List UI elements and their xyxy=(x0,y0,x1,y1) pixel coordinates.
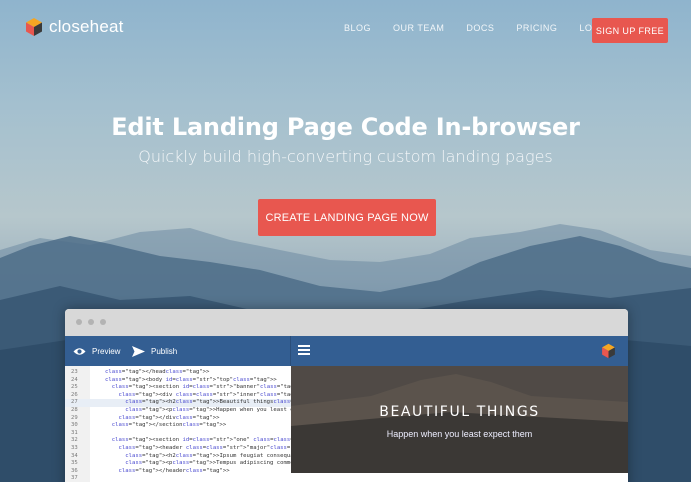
code-line[interactable]: 31 xyxy=(65,430,291,438)
code-line[interactable]: 28 class="tag"><pclass="tag">>Happen whe… xyxy=(65,407,291,415)
window-titlebar xyxy=(65,309,628,336)
nav-pricing[interactable]: PRICING xyxy=(516,23,557,33)
publish-label: Publish xyxy=(151,346,178,356)
line-number: 25 xyxy=(71,384,78,391)
line-number: 33 xyxy=(71,445,78,451)
code-text: class="tag"><body id=class="str">"top"cl… xyxy=(105,376,277,383)
preview-button[interactable]: Preview xyxy=(73,336,120,366)
code-line[interactable]: 32 class="tag"><section id=class="str">"… xyxy=(65,437,291,445)
code-text: class="tag"></divclass="tag">> xyxy=(118,414,220,421)
code-text: class="tag"><section id=class="str">"ban… xyxy=(111,384,291,391)
line-number: 27 xyxy=(71,399,78,406)
line-number: 29 xyxy=(71,414,78,421)
code-text: class="tag"><pclass="tag">>Happen when y… xyxy=(125,407,291,413)
window-dot-close xyxy=(76,319,82,325)
window-dot-maximize xyxy=(100,319,106,325)
preview-content-area xyxy=(291,473,628,482)
editor-toolbar: Preview Publish xyxy=(65,336,628,366)
code-text: class="tag"></headclass="tag">> xyxy=(105,369,210,375)
code-text: class="tag"><h2class="tag">>Beautiful th… xyxy=(125,399,291,406)
code-line[interactable]: 33 class="tag"><header class=class="str"… xyxy=(65,445,291,453)
line-number: 28 xyxy=(71,407,78,413)
code-text: class="tag"><pclass="tag">>Tempus adipis… xyxy=(125,460,291,467)
code-line[interactable]: 37 xyxy=(65,475,291,482)
line-number: 36 xyxy=(71,467,78,474)
code-line[interactable]: 36 class="tag"></headerclass="tag">> xyxy=(65,468,291,476)
publish-button[interactable]: Publish xyxy=(132,336,177,366)
code-line[interactable]: 35 class="tag"><pclass="tag">>Tempus adi… xyxy=(65,460,291,468)
app-window: Preview Publish 23 class="tag"></headclas… xyxy=(65,309,628,482)
nav-our-team[interactable]: OUR TEAM xyxy=(393,23,444,33)
eye-icon xyxy=(73,347,86,355)
code-text: class="tag"><div class=class="str">"inne… xyxy=(118,391,291,398)
line-number: 35 xyxy=(71,460,78,467)
toolbar-left: Preview Publish xyxy=(65,336,291,366)
code-line[interactable]: 25 class="tag"><section id=class="str">"… xyxy=(65,384,291,392)
line-number: 23 xyxy=(71,369,78,375)
hero-subtitle: Quickly build high-converting custom lan… xyxy=(138,147,553,166)
preview-label: Preview xyxy=(92,346,121,356)
cube-logo-icon xyxy=(602,343,615,359)
code-text: class="tag"><h2class="tag">>Ipsum feugia… xyxy=(125,452,291,459)
preview-subtitle: Happen when you least expect them xyxy=(386,429,533,439)
code-text: class="tag"></headerclass="tag">> xyxy=(118,467,230,474)
code-text: class="tag"><section id=class="str">"one… xyxy=(111,437,291,444)
code-line[interactable]: 23 class="tag"></headclass="tag">> xyxy=(65,369,291,377)
window-dot-minimize xyxy=(88,319,94,325)
code-line[interactable]: 26 class="tag"><div class=class="str">"i… xyxy=(65,392,291,400)
line-number: 30 xyxy=(71,422,78,429)
sign-up-button[interactable]: SIGN UP FREE xyxy=(592,18,668,43)
line-number: 32 xyxy=(71,437,78,444)
code-line[interactable]: 30 class="tag"></sectionclass="tag">> xyxy=(65,422,291,430)
nav-docs[interactable]: DOCS xyxy=(466,23,494,33)
code-line[interactable]: 29 class="tag"></divclass="tag">> xyxy=(65,415,291,423)
line-number: 34 xyxy=(71,452,78,459)
nav-blog[interactable]: BLOG xyxy=(344,23,371,33)
line-number: 24 xyxy=(71,376,78,383)
code-line[interactable]: 27 class="tag"><h2class="tag">>Beautiful… xyxy=(65,399,291,407)
hero-title: Edit Landing Page Code In-browser xyxy=(111,113,580,141)
create-landing-page-button[interactable]: CREATE LANDING PAGE NOW xyxy=(258,199,436,236)
line-number: 26 xyxy=(71,391,78,398)
brand-logo[interactable]: closeheat xyxy=(25,17,124,37)
code-line[interactable]: 24 class="tag"><body id=class="str">"top"… xyxy=(65,377,291,385)
code-text: class="tag"></sectionclass="tag">> xyxy=(111,422,227,429)
code-line[interactable]: 34 class="tag"><h2class="tag">>Ipsum feu… xyxy=(65,453,291,461)
send-icon xyxy=(132,345,145,357)
line-number: 37 xyxy=(71,475,78,482)
live-preview: BEAUTIFUL THINGS Happen when you least e… xyxy=(291,366,628,473)
brand-name: closeheat xyxy=(49,17,124,36)
code-text: class="tag"><header class=class="str">"m… xyxy=(118,445,291,451)
line-number: 31 xyxy=(71,429,78,436)
cube-logo-icon xyxy=(26,18,42,36)
hamburger-icon[interactable] xyxy=(298,345,310,356)
code-editor[interactable]: 23 class="tag"></headclass="tag">> 24 class… xyxy=(65,366,291,482)
preview-title: BEAUTIFUL THINGS xyxy=(379,404,540,420)
